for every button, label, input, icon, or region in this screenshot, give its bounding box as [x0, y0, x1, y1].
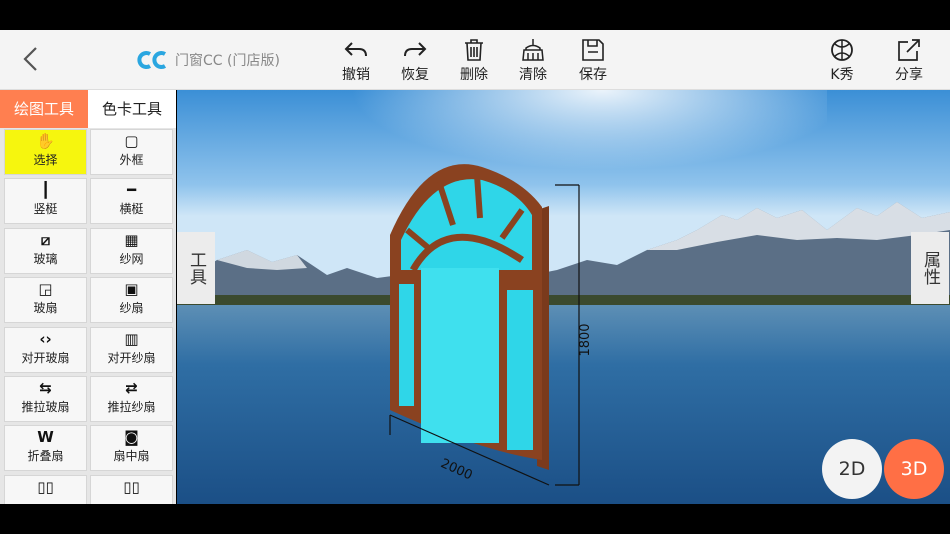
tab-drawing-tools[interactable]: 绘图工具 — [0, 90, 88, 128]
tool-horizontal-mullion[interactable]: ━ 横梃 — [90, 178, 173, 225]
tool-hand[interactable]: ✋ 选择 — [4, 129, 87, 175]
trash-icon — [465, 39, 483, 61]
tool-sliding-glass-sash[interactable]: ⇆ 推拉玻扇 — [4, 376, 87, 422]
delete-button[interactable]: 删除 — [447, 36, 501, 86]
tool-label: 折叠扇 — [27, 449, 64, 464]
folding-sash-icon: W — [37, 428, 54, 447]
scene-canvas: 1800 2000 — [177, 90, 950, 504]
frame-icon: ▢ — [124, 132, 139, 150]
tool-label: 横梃 — [119, 202, 144, 217]
double-glass-sash-icon: ‹› — [39, 329, 52, 348]
clear-label: 清除 — [519, 67, 547, 83]
save-icon — [582, 39, 604, 61]
tool-folding-sash[interactable]: W 折叠扇 — [4, 425, 87, 472]
sash-in-sash-icon: ◙ — [124, 428, 139, 447]
tool-sliding-screen-sash[interactable]: ⇄ 推拉纱扇 — [90, 376, 173, 422]
left-pane — [399, 284, 414, 406]
save-button[interactable]: 保存 — [566, 36, 620, 86]
properties-side-tab-label: 属性 — [920, 251, 940, 285]
center-pane — [421, 268, 499, 443]
shoreline — [177, 295, 950, 305]
undo-icon — [344, 42, 367, 57]
redo-label: 恢复 — [401, 67, 429, 83]
view-3d-button[interactable]: 3D — [884, 439, 944, 499]
tool-double-panel[interactable]: ▯▯ — [4, 474, 87, 504]
tool-label: 纱网 — [119, 251, 144, 266]
share-icon — [898, 39, 920, 61]
tools-side-tab[interactable]: 工具 — [177, 232, 215, 304]
tool-label: 玻璃 — [33, 251, 58, 266]
tool-mesh[interactable]: ▦ 纱网 — [90, 227, 173, 274]
dim-height-label: 1800 — [578, 323, 593, 356]
tool-label: 推拉纱扇 — [107, 400, 156, 414]
double-panel-icon: ▯▯ — [123, 477, 140, 496]
cc-logo-icon — [137, 51, 167, 69]
tools-side-tab-label: 工具 — [186, 251, 206, 285]
tool-label: 对开纱扇 — [107, 350, 156, 365]
tab-color-tools[interactable]: 色卡工具 — [88, 90, 176, 128]
arch-mullion-2 — [474, 174, 483, 219]
tool-screen-sash[interactable]: ▣ 纱扇 — [90, 277, 173, 324]
app-logo: 门窗CC (门店版) — [137, 48, 280, 72]
hand-icon: ✋ — [36, 132, 55, 150]
screen-sash-icon: ▣ — [124, 280, 139, 299]
properties-side-tab[interactable]: 属性 — [911, 232, 949, 304]
tool-double-panel[interactable]: ▯▯ — [90, 474, 173, 504]
app-header: 门窗CC (门店版) 撤销 恢复 删除 清除 保存 K秀 分享 — [0, 30, 950, 90]
sliding-screen-sash-icon: ⇄ — [125, 379, 138, 397]
tool-vertical-mullion[interactable]: ┃ 竖梃 — [4, 178, 87, 225]
mesh-icon: ▦ — [124, 230, 139, 249]
undo-button[interactable]: 撤销 — [329, 36, 383, 86]
bottom-bar — [0, 504, 950, 534]
tool-label: 纱扇 — [119, 301, 144, 316]
tool-double-screen-sash[interactable]: ▥ 对开纱扇 — [90, 326, 173, 373]
kshow-label: K秀 — [830, 67, 854, 83]
tool-sash-in-sash[interactable]: ◙ 扇中扇 — [90, 425, 173, 472]
tool-tabs: 绘图工具 色卡工具 — [0, 90, 176, 128]
horizontal-mullion-icon: ━ — [126, 181, 137, 200]
back-icon[interactable] — [14, 42, 48, 76]
share-label: 分享 — [895, 67, 923, 83]
undo-label: 撤销 — [342, 67, 370, 83]
app-name: 门窗CC (门店版) — [175, 53, 280, 69]
3d-viewport[interactable]: 1800 2000 — [177, 90, 950, 504]
system-status-bar — [0, 0, 950, 30]
tool-label: 竖梃 — [33, 202, 58, 217]
tool-label: 外框 — [119, 153, 144, 167]
tool-label: 选择 — [33, 153, 58, 167]
double-screen-sash-icon: ▥ — [124, 329, 139, 348]
broom-icon — [522, 39, 544, 61]
tool-glass-sash[interactable]: ◲ 玻扇 — [4, 277, 87, 324]
right-pane — [507, 290, 533, 450]
glass-icon: ⧄ — [40, 230, 51, 249]
sliding-glass-sash-icon: ⇆ — [39, 379, 52, 397]
tool-label: 推拉玻扇 — [21, 400, 70, 414]
tool-frame[interactable]: ▢ 外框 — [90, 129, 173, 175]
vertical-mullion-icon: ┃ — [40, 181, 51, 200]
redo-icon — [404, 42, 427, 57]
clear-button[interactable]: 清除 — [506, 36, 560, 86]
delete-label: 删除 — [460, 67, 488, 83]
double-panel-icon: ▯▯ — [37, 477, 54, 496]
tool-palette: ✋ 选择 ▢ 外框 ┃ 竖梃 ━ 横梃 ⧄ 玻璃 ▦ 纱网 ◲ 玻扇 ▣ 纱扇 ‹› 对开玻扇 ▥ 对开纱扇 ⇆ 推拉玻扇… — [0, 128, 176, 504]
tool-label: 对开玻扇 — [21, 350, 70, 365]
kshow-icon — [831, 39, 853, 61]
view-2d-button[interactable]: 2D — [822, 439, 882, 499]
tool-glass[interactable]: ⧄ 玻璃 — [4, 227, 87, 274]
kshow-button[interactable]: K秀 — [815, 36, 869, 86]
tool-label: 玻扇 — [33, 301, 58, 316]
share-button[interactable]: 分享 — [882, 36, 936, 86]
tool-label: 扇中扇 — [113, 449, 150, 464]
save-label: 保存 — [579, 67, 607, 83]
glass-sash-icon: ◲ — [38, 280, 53, 299]
tool-double-glass-sash[interactable]: ‹› 对开玻扇 — [4, 326, 87, 373]
redo-button[interactable]: 恢复 — [388, 36, 442, 86]
